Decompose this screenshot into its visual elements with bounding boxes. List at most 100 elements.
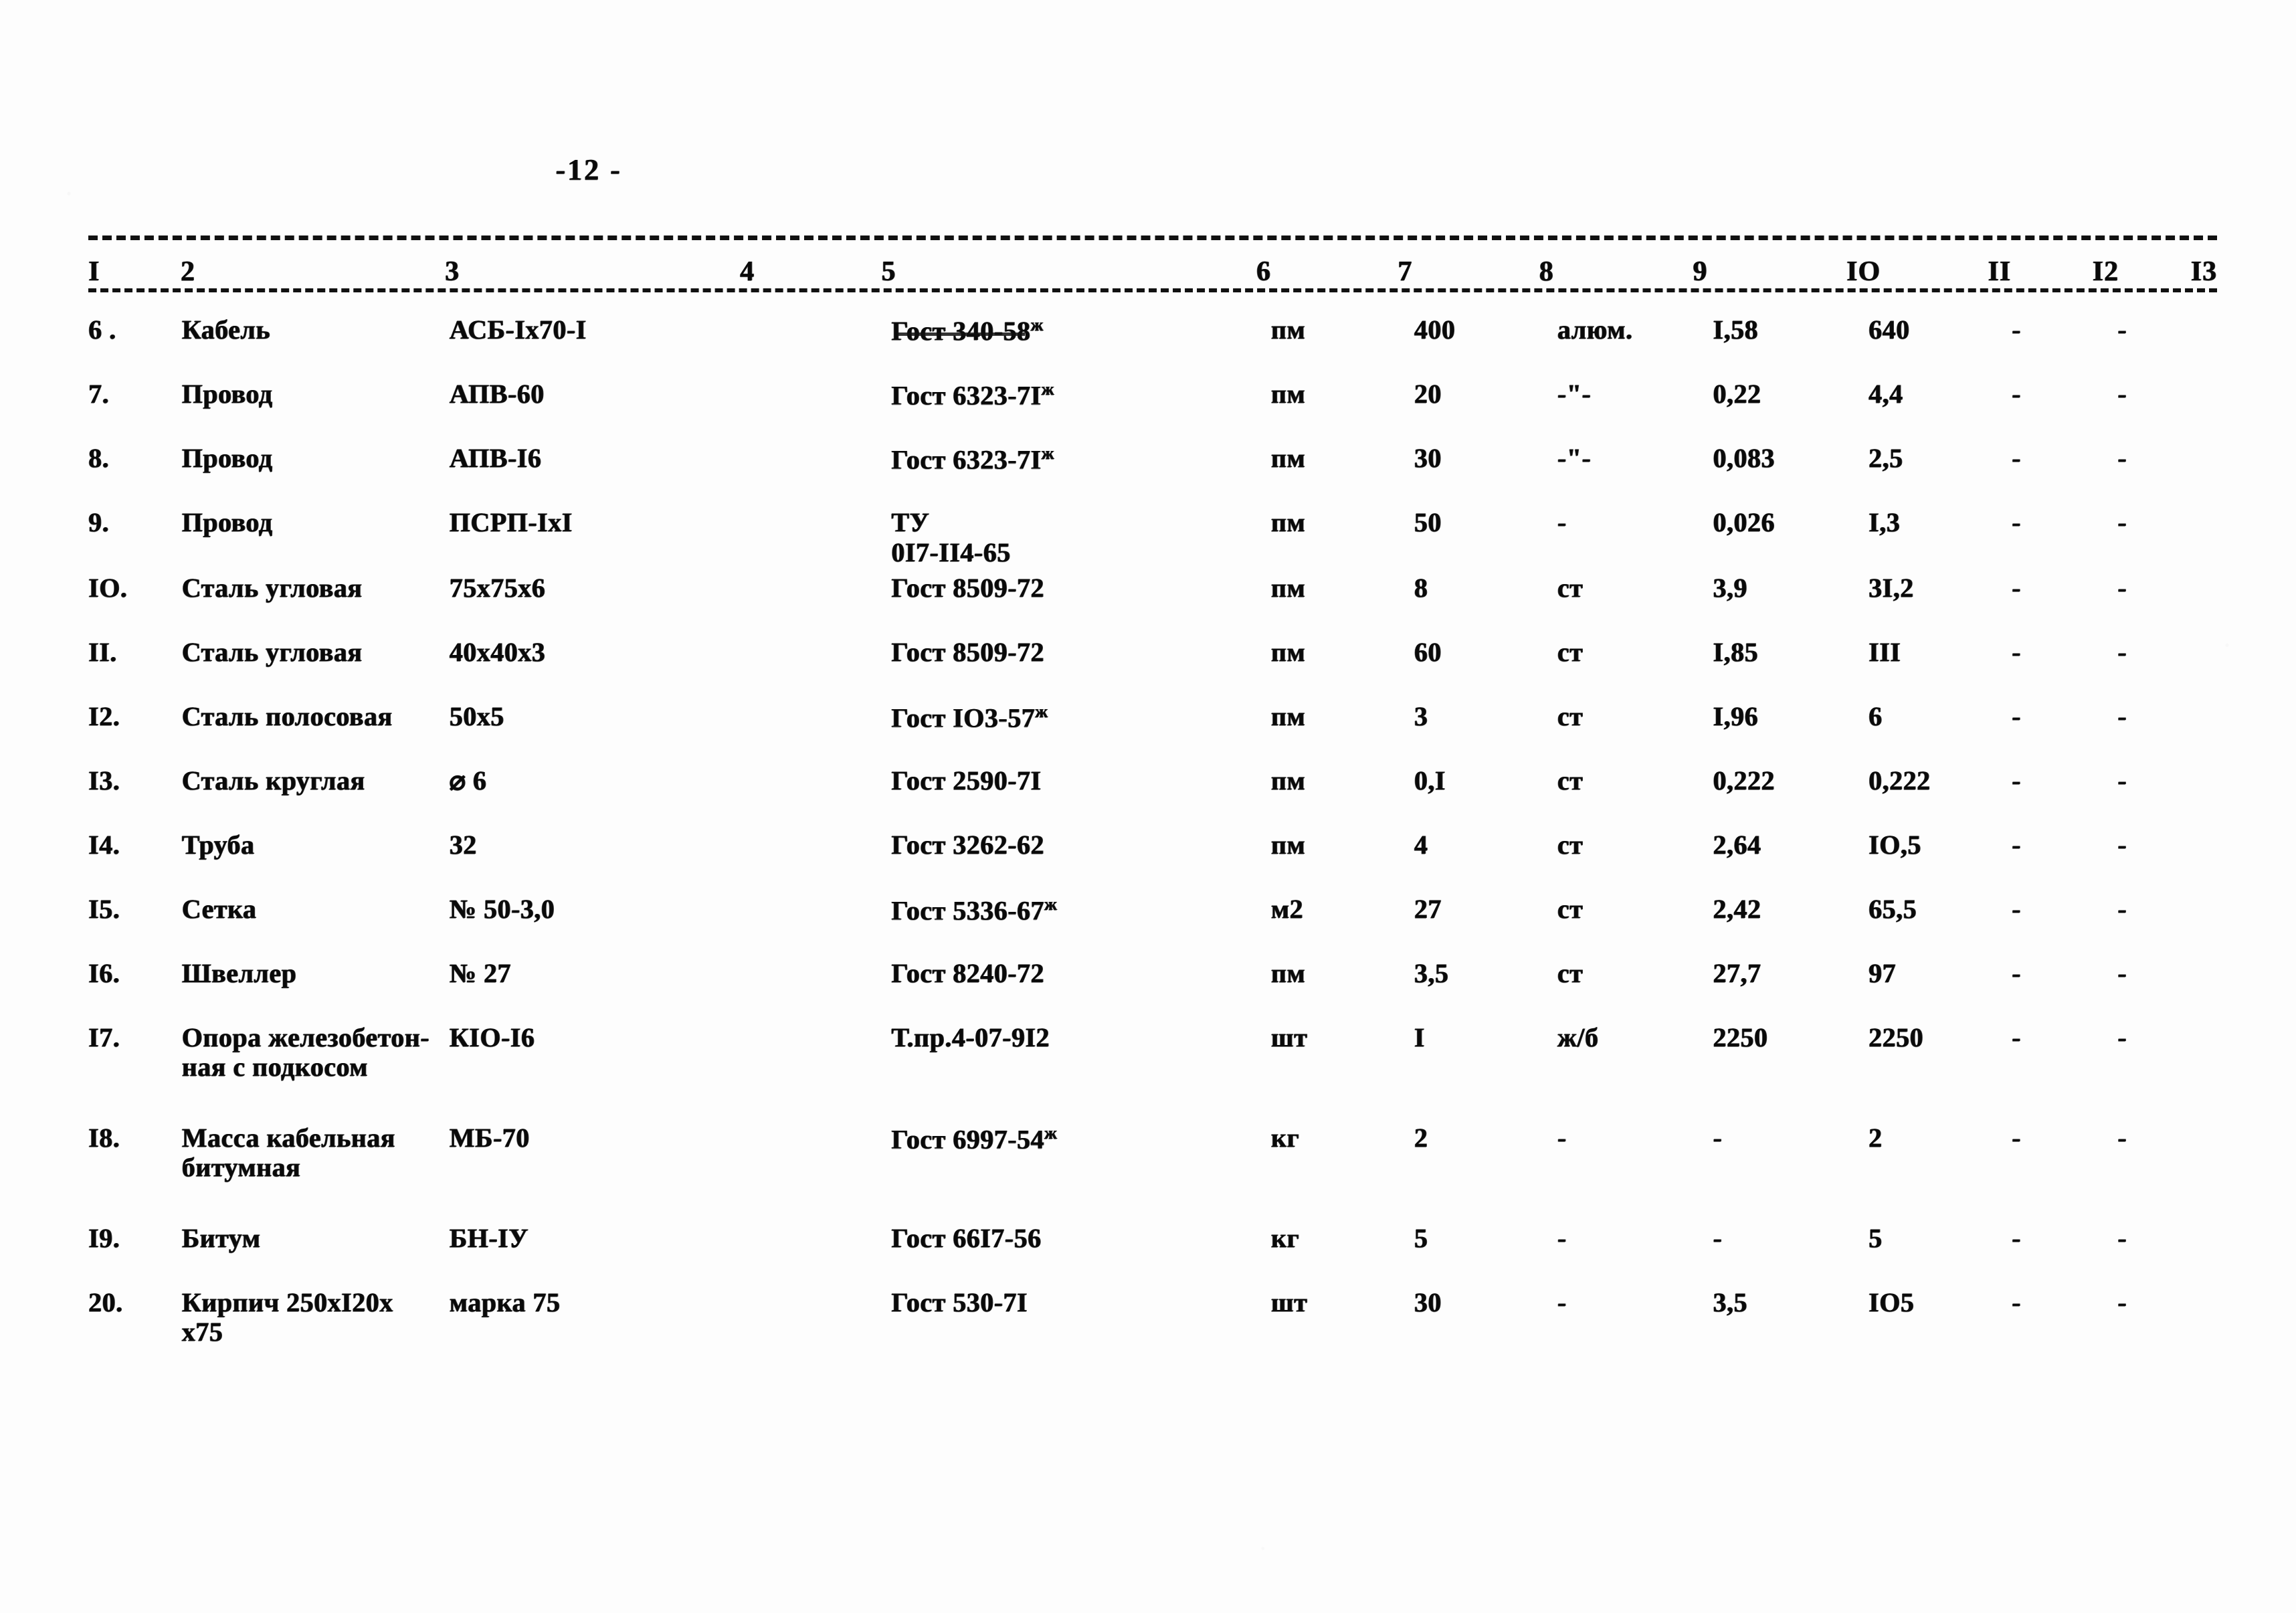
row-type-designation: БН-IУ [449, 1222, 529, 1253]
row-note-1: - [2012, 829, 2021, 860]
table-row: IO. Сталь угловая 75х75х6 Гост 8509-72 пм 8 ст… [88, 568, 2217, 632]
table-row: I2. Сталь полосовая 50х5 Гост IO3-57ж пм 3 ст I… [88, 696, 2217, 761]
row-spacer [748, 1018, 891, 1023]
row-standard-reference: Гост 6997-54ж [891, 1123, 1057, 1154]
row-material: -"- [1557, 379, 1592, 409]
row-spacer [748, 696, 891, 702]
table-body: 6 . Кабель АСБ-Iх70-I Гост 340-58ж пм 400 алюм… [88, 292, 2217, 1383]
row-unit-weight: 3,9 [1713, 572, 1747, 603]
row-index-2: 7. [88, 379, 109, 409]
table-row: 9. Провод ПСРП-IхI ТУ 0I7-II4-65 пм 50 - 0,026 I,… [88, 502, 2217, 568]
row-material-name: Битум [181, 1222, 261, 1253]
row-material-name: Опора железобетон- ная с подкосом [181, 1022, 429, 1082]
row-quantity: 20 [1414, 379, 1442, 409]
column-header-3: 3 [444, 256, 460, 287]
row-unit-weight: I,85 [1713, 636, 1758, 667]
row-quantity: I [1414, 1022, 1425, 1052]
row-note-1: - [2012, 443, 2021, 473]
row-quantity: 8 [1414, 572, 1428, 603]
table-row: I5. Сетка № 50-3,0 Гост 5336-67ж м2 27 ст 2,42 6… [88, 889, 2217, 953]
row-material-name: Провод [181, 379, 273, 409]
row-quantity: 27 [1414, 893, 1442, 924]
row-unit-weight: - [1713, 1222, 1723, 1253]
row-total-weight: 2,5 [1869, 443, 1903, 473]
row-index-5: IO. [88, 572, 128, 603]
column-header-7: 7 [1398, 256, 1413, 287]
page-number: -12 - [555, 153, 622, 186]
row-index-10: I5. [88, 893, 120, 924]
row-type-designation: марка 75 [449, 1287, 561, 1317]
row-unit-weight: 2,42 [1713, 893, 1761, 924]
row-material-name: Кабель [181, 314, 270, 345]
column-header-8: 8 [1539, 256, 1554, 287]
row-note-1: - [2012, 572, 2021, 603]
row-standard-reference: Гост 6323-7Iж [891, 444, 1054, 475]
row-type-designation: АСБ-Iх70-I [449, 314, 587, 345]
row-standard-reference: Гост 2590-7I [891, 765, 1042, 795]
row-material: - [1557, 1122, 1567, 1153]
row-quantity: 50 [1414, 507, 1442, 537]
row-note-2: - [2117, 507, 2127, 537]
row-type-designation: 50х5 [449, 700, 504, 731]
row-material: - [1557, 507, 1567, 537]
row-unit-weight: 2250 [1713, 1022, 1768, 1052]
row-material-name: Сталь угловая [181, 572, 363, 603]
row-unit: кг [1270, 1122, 1299, 1153]
row-note-2: - [2117, 1287, 2127, 1317]
row-standard-reference: Гост IO3-57ж [891, 701, 1048, 733]
row-note-1: - [2012, 957, 2021, 988]
row-material-name: Швеллер [181, 957, 297, 988]
row-total-weight: 2250 [1869, 1022, 1923, 1052]
row-note-1: - [2012, 379, 2021, 409]
row-spacer [748, 632, 891, 638]
row-unit: шт [1270, 1022, 1308, 1052]
column-header-11: II [1988, 256, 2012, 287]
row-unit-weight: 2,64 [1713, 829, 1761, 860]
row-unit-weight: 0,222 [1713, 765, 1775, 795]
row-type-designation: ПСРП-IхI [449, 507, 573, 537]
row-index-15: 20. [88, 1287, 123, 1317]
row-note-1: - [2012, 636, 2021, 667]
column-header-12: I2 [2092, 256, 2119, 287]
column-header-10: IO [1846, 256, 1881, 287]
row-total-weight: 65,5 [1869, 893, 1917, 924]
row-note-2: - [2117, 314, 2127, 345]
row-material: ст [1557, 829, 1584, 860]
row-unit: шт [1270, 1287, 1308, 1317]
row-unit-weight: I,96 [1713, 700, 1758, 731]
document-page: -12 - I 2 3 4 5 6 7 8 9 IO II I2 I3 6 .К… [0, 0, 2296, 1613]
row-total-weight: 5 [1869, 1222, 1883, 1253]
row-index-14: I9. [88, 1222, 120, 1253]
row-note-1: - [2012, 1222, 2021, 1253]
row-unit: пм [1270, 507, 1306, 537]
column-header-9: 9 [1693, 256, 1708, 287]
row-note-1: - [2012, 765, 2021, 795]
table-row: I4. Труба 32 Гост 3262-62 пм 4 ст 2,64 IO,5 - - [88, 825, 2217, 889]
row-quantity: 60 [1414, 636, 1442, 667]
row-spacer [748, 502, 891, 508]
row-standard-reference: Гост 8509-72 [891, 636, 1044, 667]
row-unit: кг [1270, 1222, 1299, 1253]
row-note-2: - [2117, 572, 2127, 603]
column-header-4: 4 [740, 256, 755, 287]
row-note-1: - [2012, 1022, 2021, 1052]
row-unit-weight: 3,5 [1713, 1287, 1747, 1317]
row-material: ст [1557, 893, 1584, 924]
row-unit: пм [1270, 379, 1306, 409]
row-standard-reference: Гост 3262-62 [891, 829, 1044, 860]
table-row: II. Сталь угловая 40х40х3 Гост 8509-72 пм 60 с… [88, 632, 2217, 696]
row-material: -"- [1557, 443, 1592, 473]
row-type-designation: 32 [449, 829, 477, 860]
row-material: ст [1557, 765, 1584, 795]
row-material-name: Провод [181, 443, 273, 473]
row-material: ж/б [1557, 1022, 1599, 1052]
row-note-2: - [2117, 1122, 2127, 1153]
row-total-weight: IO5 [1869, 1287, 1915, 1317]
row-note-2: - [2117, 636, 2127, 667]
row-index-13: I8. [88, 1122, 120, 1153]
row-unit-weight: 0,22 [1713, 379, 1761, 409]
column-header-2: 2 [180, 256, 195, 287]
row-standard-reference: Гост 340-58ж [891, 315, 1044, 347]
row-index-8: I3. [88, 765, 120, 795]
row-unit-weight: 0,026 [1713, 507, 1775, 537]
